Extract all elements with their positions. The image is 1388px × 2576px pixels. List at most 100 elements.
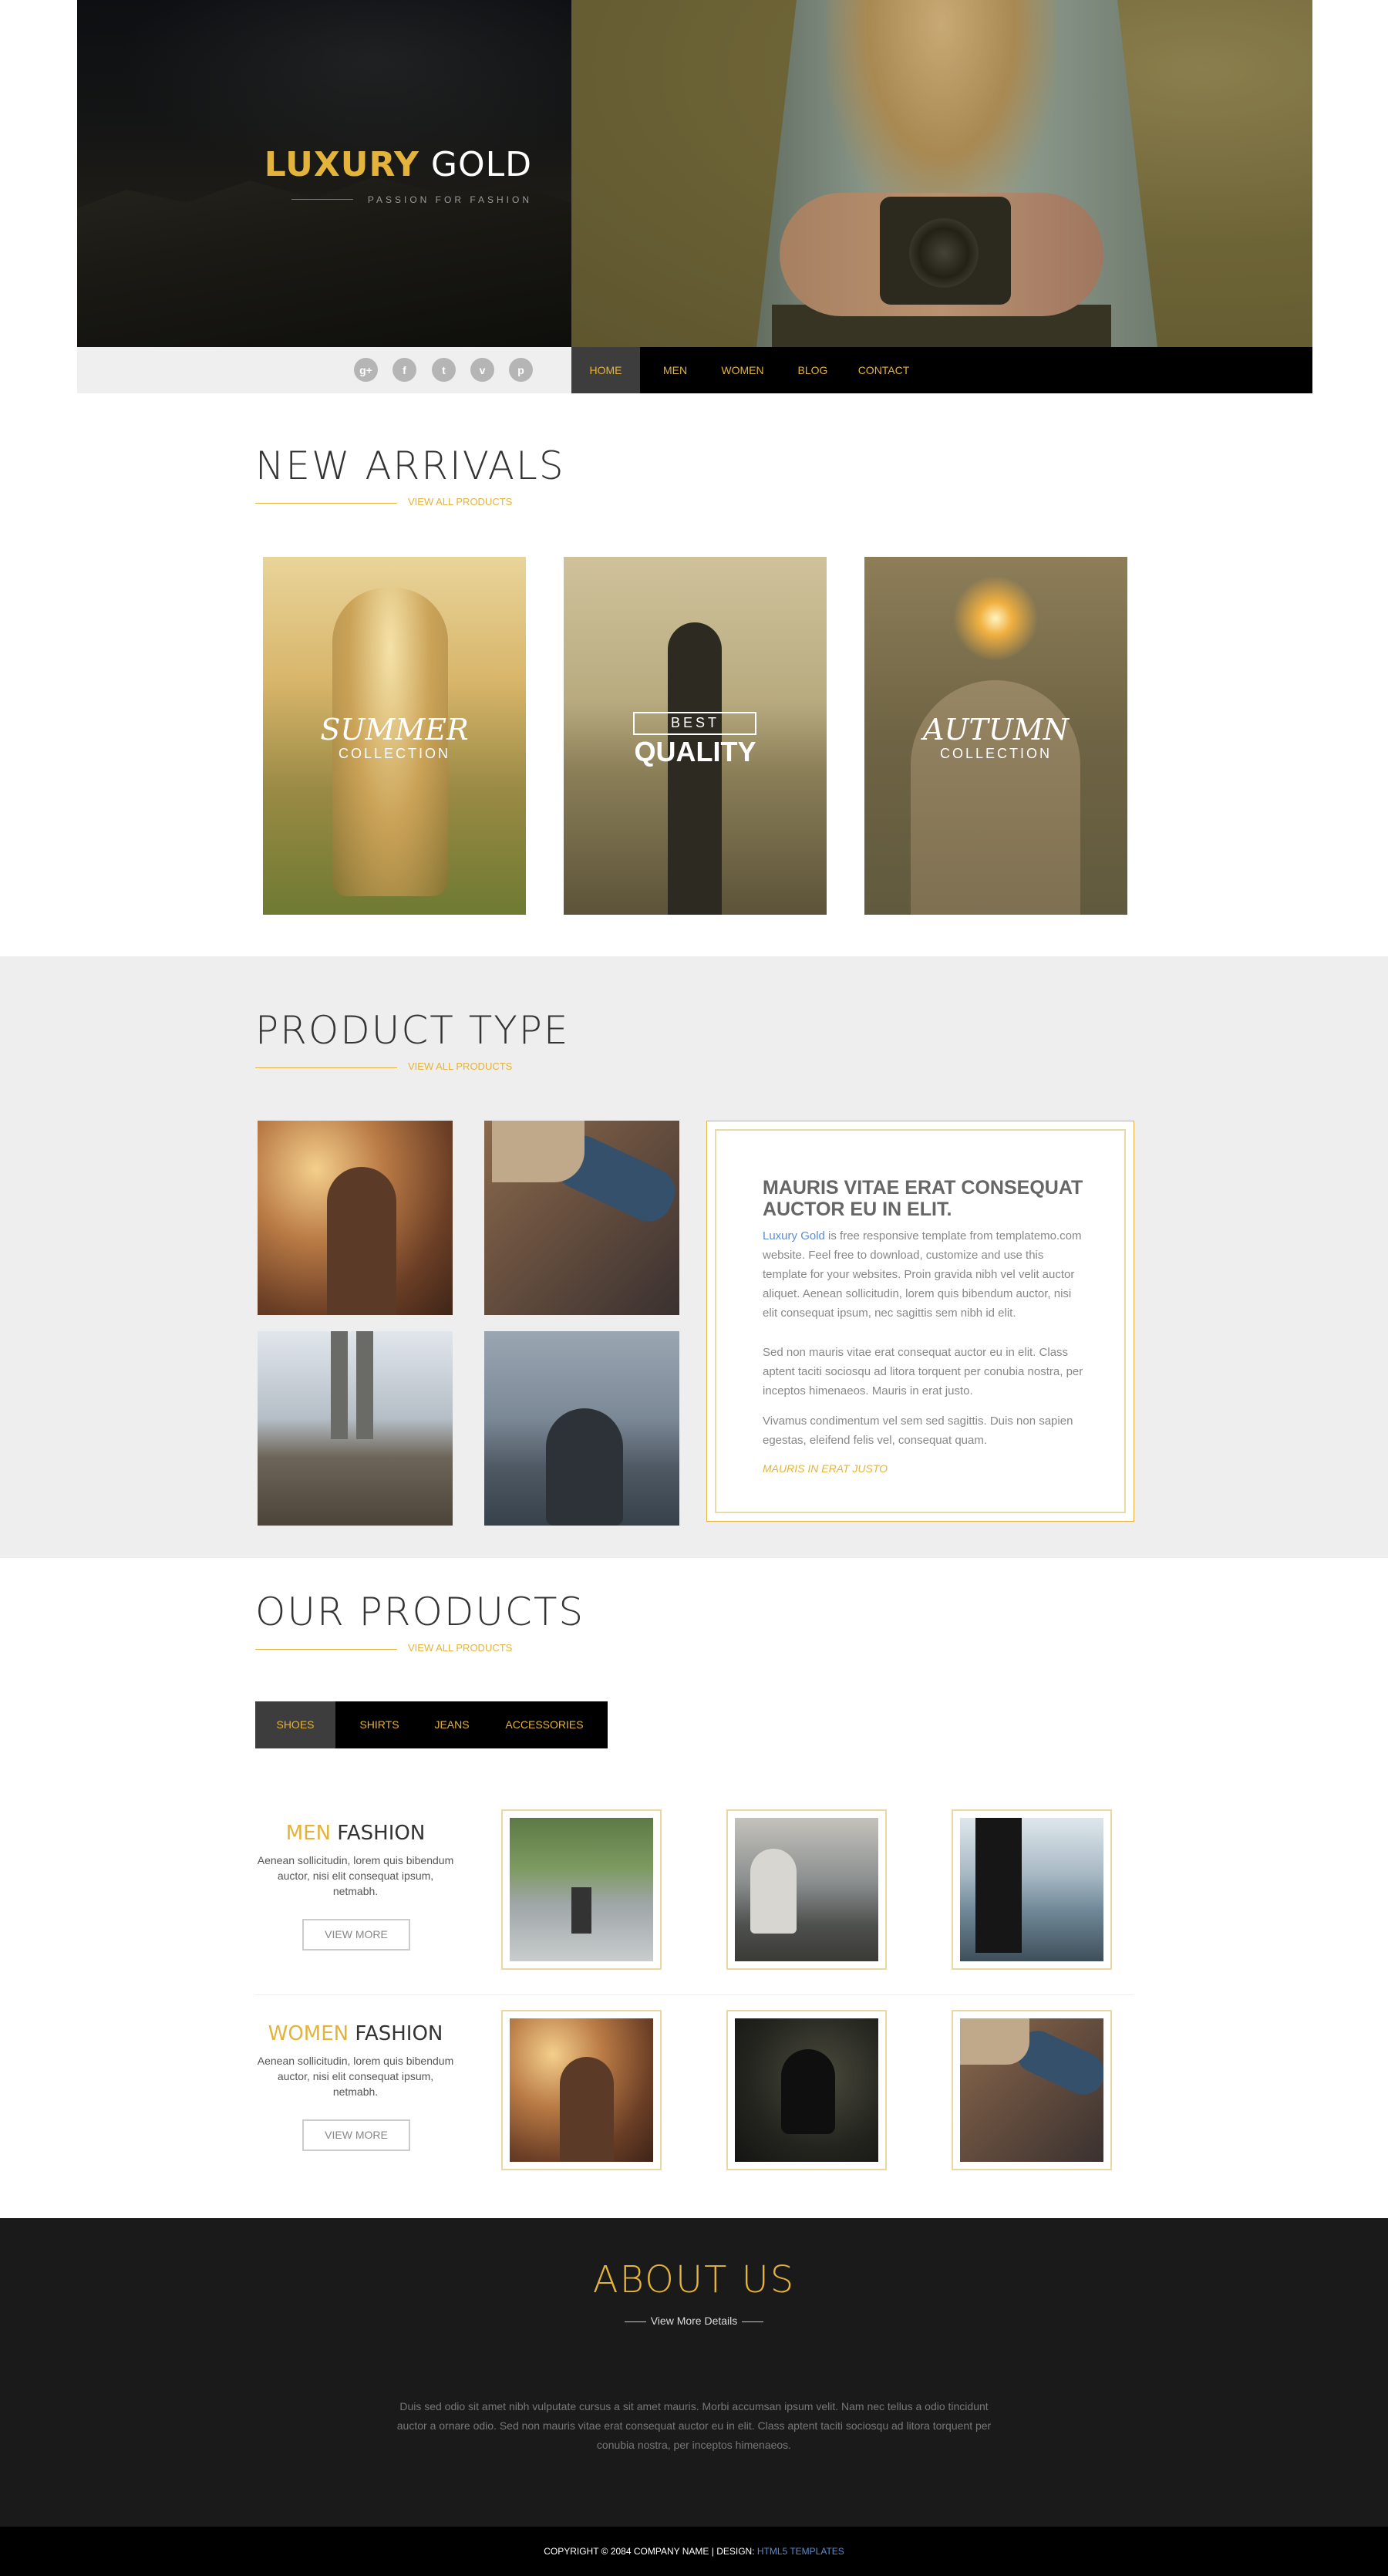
photo-2-jacket <box>492 1121 585 1182</box>
tab-shirts[interactable]: SHIRTS <box>352 1701 406 1748</box>
women-view-more-button[interactable]: VIEW MORE <box>302 2119 410 2151</box>
product-women-2-figure <box>781 2049 835 2134</box>
product-men-3[interactable] <box>952 1809 1112 1970</box>
hero-image <box>571 0 1312 347</box>
men-fashion-title: MEN FASHION <box>255 1822 456 1845</box>
tagline-divider <box>291 199 353 200</box>
photo-4-figure <box>546 1408 623 1526</box>
our-products-divider <box>255 1649 397 1650</box>
nav-contact[interactable]: CONTACT <box>857 347 911 393</box>
photo-3-leg-left <box>331 1331 348 1439</box>
autumn-collection-card[interactable]: AUTUMN COLLECTION <box>864 557 1127 915</box>
about-text: Duis sed odio sit amet nibh vulputate cu… <box>396 2400 992 2451</box>
product-men-1-image <box>510 1818 653 1961</box>
product-type-photo-3[interactable] <box>258 1331 453 1526</box>
product-type-section <box>0 956 1388 1558</box>
product-type-paragraph-2: Sed non mauris vitae erat consequat auct… <box>763 1346 1083 1398</box>
mauris-in-erat-justo-link[interactable]: MAURIS IN ERAT JUSTO <box>763 1462 888 1475</box>
social-bar <box>77 347 571 393</box>
product-women-1-image <box>510 2018 653 2162</box>
nav-home[interactable]: HOME <box>571 347 640 393</box>
product-women-1[interactable] <box>501 2010 662 2170</box>
our-products-view-all-link[interactable]: VIEW ALL PRODUCTS <box>408 1642 512 1654</box>
product-women-1-figure <box>560 2057 614 2162</box>
autumn-title: AUTUMN <box>923 713 1069 747</box>
product-women-2[interactable] <box>726 2010 887 2170</box>
about-title: ABOUT US <box>592 2258 796 2301</box>
nav-men[interactable]: MEN <box>663 347 687 393</box>
product-men-1[interactable] <box>501 1809 662 1970</box>
quality-label: QUALITY <box>634 736 756 767</box>
google-plus-icon[interactable]: g+ <box>354 358 378 382</box>
product-type-info-inner: MAURIS VITAE ERAT CONSEQUAT AUCTOR EU IN… <box>715 1129 1126 1513</box>
product-type-divider <box>255 1067 397 1068</box>
product-type-paragraph-1: Luxury Gold is free responsive template … <box>763 1226 1086 1323</box>
main-nav: HOME MEN WOMEN BLOG CONTACT <box>571 347 1312 393</box>
footer: COPYRIGHT © 2084 COMPANY NAME | DESIGN: … <box>0 2527 1388 2576</box>
nav-blog[interactable]: BLOG <box>797 347 828 393</box>
luxury-gold-link[interactable]: Luxury Gold <box>763 1229 825 1242</box>
about-view-more-link[interactable]: View More Details <box>0 2315 1388 2327</box>
hero-header: LUXURY GOLD PASSION FOR FASHION g+ f t v… <box>77 0 1312 393</box>
product-men-2-figure <box>750 1849 797 1934</box>
product-type-heading: MAURIS VITAE ERAT CONSEQUAT AUCTOR EU IN… <box>763 1177 1083 1220</box>
product-men-2-image <box>735 1818 878 1961</box>
pinterest-icon[interactable]: p <box>509 358 533 382</box>
nav-women[interactable]: WOMEN <box>719 347 766 393</box>
product-type-info-box: MAURIS VITAE ERAT CONSEQUAT AUCTOR EU IN… <box>706 1121 1134 1522</box>
summer-collection-card[interactable]: SUMMER COLLECTION <box>263 557 526 915</box>
tab-jeans[interactable]: JEANS <box>429 1701 475 1748</box>
twitter-icon[interactable]: t <box>432 358 456 382</box>
facebook-icon[interactable]: f <box>392 358 416 382</box>
best-quality-card[interactable]: BEST QUALITY <box>564 557 827 915</box>
new-arrivals-title: NEW ARRIVALS <box>255 443 565 488</box>
product-type-title: PRODUCT TYPE <box>255 1008 570 1053</box>
new-arrivals-divider <box>255 503 397 504</box>
tab-accessories[interactable]: ACCESSORIES <box>502 1701 587 1748</box>
men-view-more-button[interactable]: VIEW MORE <box>302 1919 410 1951</box>
about-sub-line-right <box>742 2321 764 2322</box>
product-type-photo-1[interactable] <box>258 1121 453 1315</box>
logo-gold: GOLD <box>430 145 532 184</box>
about-sub-text: View More Details <box>650 2315 738 2327</box>
women-fashion-title: WOMEN FASHION <box>255 2022 456 2045</box>
best-label: BEST <box>670 715 719 730</box>
product-women-3-image <box>960 2018 1103 2162</box>
men-label: MEN <box>285 1822 332 1845</box>
tab-shoes[interactable]: SHOES <box>255 1701 335 1748</box>
fashion-label: FASHION <box>337 1822 426 1845</box>
product-type-paragraph-1-text: is free responsive template from templat… <box>763 1229 1082 1320</box>
product-type-photo-2[interactable] <box>484 1121 679 1315</box>
site-tagline: PASSION FOR FASHION <box>367 194 532 205</box>
logo-luxury: LUXURY <box>264 145 419 184</box>
footer-design-link[interactable]: HTML5 TEMPLATES <box>757 2546 844 2557</box>
summer-subtitle: COLLECTION <box>338 746 451 761</box>
footer-copyright: COPYRIGHT © 2084 COMPANY NAME | DESIGN: <box>544 2546 757 2557</box>
autumn-subtitle: COLLECTION <box>939 746 1053 761</box>
product-type-view-all-link[interactable]: VIEW ALL PRODUCTS <box>408 1060 512 1072</box>
product-type-paragraph-3: Vivamus condimentum vel sem sed sagittis… <box>763 1414 1073 1447</box>
new-arrivals-view-all-link[interactable]: VIEW ALL PRODUCTS <box>408 496 512 507</box>
product-tabs: SHOES SHIRTS JEANS ACCESSORIES <box>255 1701 608 1748</box>
product-women-3[interactable] <box>952 2010 1112 2170</box>
product-women-2-image <box>735 2018 878 2162</box>
product-men-2[interactable] <box>726 1809 887 1970</box>
product-men-3-image <box>960 1818 1103 1961</box>
hero-tint <box>571 0 1312 347</box>
women-label: WOMEN <box>268 2022 349 2045</box>
about-section: ABOUT US View More Details Duis sed odio… <box>0 2218 1388 2527</box>
product-type-photo-4[interactable] <box>484 1331 679 1526</box>
fashion-label: FASHION <box>355 2022 443 2045</box>
vimeo-icon[interactable]: v <box>470 358 494 382</box>
sparkler-glow <box>949 572 1042 665</box>
summer-title: SUMMER <box>320 713 469 747</box>
product-women-3-jacket <box>960 2018 1029 2065</box>
men-fashion-description: Aenean sollicitudin, lorem quis bibendum… <box>257 1854 454 1897</box>
man-silhouette <box>668 622 722 915</box>
our-products-title: OUR PRODUCTS <box>255 1590 585 1634</box>
photo-3-leg-right <box>356 1331 373 1439</box>
product-men-1-figure <box>571 1887 591 1934</box>
site-logo[interactable]: LUXURY GOLD <box>77 145 532 184</box>
about-sub-line-left <box>624 2321 646 2322</box>
product-men-3-figure <box>975 1818 1022 1953</box>
